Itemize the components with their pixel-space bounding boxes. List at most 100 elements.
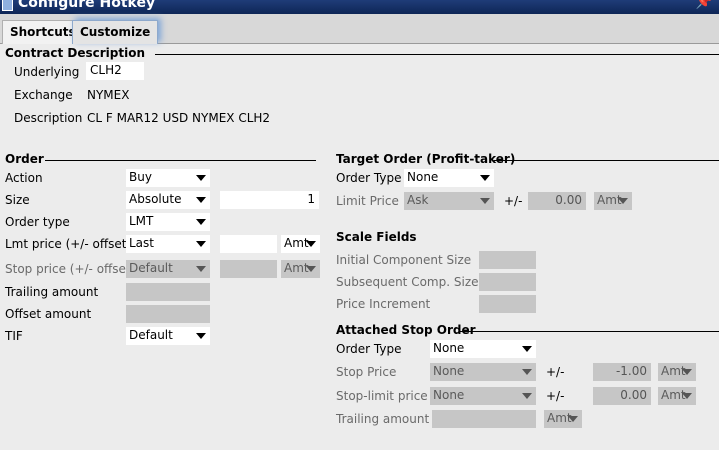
- initial-component-size-input[interactable]: [479, 251, 536, 269]
- offset-amount-input[interactable]: [126, 305, 210, 323]
- size-input[interactable]: 1: [220, 191, 319, 209]
- stop-order-type-select[interactable]: None: [430, 340, 536, 358]
- exchange-value: NYMEX: [87, 88, 130, 102]
- tab-customize[interactable]: Customize: [72, 20, 159, 44]
- app-icon: [2, 0, 13, 11]
- size-mode-value: Absolute: [129, 192, 182, 206]
- stop-limit-source-select[interactable]: None: [430, 387, 536, 405]
- attached-stop-order-header: Attached Stop Order: [336, 323, 476, 337]
- subsequent-comp-size-label: Subsequent Comp. Size: [336, 275, 479, 289]
- stop-order-type-value: None: [433, 341, 465, 355]
- stop-limit-unit-select[interactable]: Amt: [658, 387, 696, 405]
- underlying-label: Underlying: [14, 65, 80, 79]
- lmt-price-source-value: Last: [129, 236, 154, 250]
- plus-minus-label: +/-: [546, 365, 565, 379]
- order-type-label: Order type: [5, 215, 70, 229]
- target-order-header: Target Order (Profit-taker): [336, 152, 516, 166]
- chevron-down-icon: [196, 219, 206, 225]
- chevron-down-icon: [196, 197, 206, 203]
- price-increment-input[interactable]: [479, 295, 536, 313]
- stop-order-type-label: Order Type: [336, 342, 402, 356]
- stop-price-source-select[interactable]: Default: [126, 260, 210, 278]
- order-type-select[interactable]: LMT: [126, 213, 210, 231]
- lmt-price-unit-select[interactable]: Amt: [281, 235, 320, 253]
- stop-price-right-label: Stop Price: [336, 365, 397, 379]
- limit-price-source-select[interactable]: Ask: [404, 192, 494, 210]
- stop-limit-price-label: Stop-limit price: [336, 389, 428, 403]
- chevron-down-icon: [522, 346, 532, 352]
- limit-price-label: Limit Price: [336, 194, 399, 208]
- scale-fields-header: Scale Fields: [336, 230, 417, 244]
- chevron-down-icon: [522, 369, 532, 375]
- lmt-price-offset-input[interactable]: [220, 235, 277, 253]
- chevron-down-icon: [196, 333, 206, 339]
- tif-select[interactable]: Default: [126, 327, 210, 345]
- action-value: Buy: [129, 170, 152, 184]
- stop-price-unit-value: Amt: [284, 261, 309, 275]
- initial-component-size-label: Initial Component Size: [336, 253, 472, 267]
- size-mode-select[interactable]: Absolute: [126, 191, 210, 209]
- stop-price-source-select-2[interactable]: None: [430, 363, 536, 381]
- chevron-down-icon: [682, 393, 692, 399]
- subsequent-comp-size-input[interactable]: [479, 273, 536, 291]
- stop-trailing-amount-label: Trailing amount: [336, 412, 430, 426]
- section-divider: [494, 160, 719, 161]
- chevron-down-icon: [522, 393, 532, 399]
- action-label: Action: [5, 171, 43, 185]
- target-order-type-label: Order Type: [336, 171, 402, 185]
- stop-price-unit-select-2[interactable]: Amt: [658, 363, 696, 381]
- chevron-down-icon: [480, 175, 490, 181]
- chevron-down-icon: [618, 198, 628, 204]
- order-type-value: LMT: [129, 214, 154, 228]
- stop-price-label: Stop price (+/- offset): [5, 262, 136, 276]
- chevron-down-icon: [196, 175, 206, 181]
- chevron-down-icon: [196, 266, 206, 272]
- contract-description-header: Contract Description: [5, 46, 145, 60]
- stop-limit-offset-input[interactable]: 0.00: [593, 387, 651, 405]
- order-header: Order: [5, 152, 44, 166]
- trailing-amount-input[interactable]: [126, 283, 210, 301]
- size-label: Size: [5, 193, 30, 207]
- stop-price-source-value-2: None: [433, 364, 465, 378]
- lmt-price-source-select[interactable]: Last: [126, 235, 210, 253]
- chevron-down-icon: [306, 241, 316, 247]
- pin-icon[interactable]: 📌: [696, 0, 713, 10]
- trailing-amount-label: Trailing amount: [5, 285, 99, 299]
- lmt-price-label: Lmt price (+/- offset): [5, 237, 132, 251]
- section-divider: [45, 160, 316, 161]
- stop-price-offset-input-2[interactable]: -1.00: [593, 363, 651, 381]
- action-select[interactable]: Buy: [126, 169, 210, 187]
- title-bar: Configure Hotkey 📌: [0, 0, 719, 14]
- target-order-type-select[interactable]: None: [404, 169, 494, 187]
- section-divider: [155, 54, 719, 55]
- chevron-down-icon: [480, 198, 490, 204]
- exchange-label: Exchange: [14, 88, 73, 102]
- tif-value: Default: [129, 328, 173, 342]
- limit-price-unit-select[interactable]: Amt: [594, 192, 632, 210]
- stop-limit-source-value: None: [433, 388, 465, 402]
- stop-price-unit-select[interactable]: Amt: [281, 260, 320, 278]
- limit-price-source-value: Ask: [407, 193, 429, 207]
- offset-amount-label: Offset amount: [5, 307, 92, 321]
- plus-minus-label: +/-: [504, 194, 523, 208]
- stop-trailing-unit-select[interactable]: Amt: [544, 410, 582, 428]
- stop-trailing-amount-input[interactable]: [432, 410, 536, 428]
- target-order-type-value: None: [407, 170, 439, 184]
- tif-label: TIF: [5, 329, 23, 343]
- plus-minus-label: +/-: [546, 389, 565, 403]
- chevron-down-icon: [682, 369, 692, 375]
- section-divider: [460, 331, 719, 332]
- underlying-input[interactable]: CLH2: [86, 62, 144, 80]
- description-label: Description: [14, 111, 83, 125]
- lmt-price-unit-value: Amt: [284, 236, 309, 250]
- description-value: CL F MAR12 USD NYMEX CLH2: [87, 111, 271, 125]
- chevron-down-icon: [306, 266, 316, 272]
- chevron-down-icon: [196, 241, 206, 247]
- tab-bar: Shortcuts Customize: [0, 14, 719, 44]
- price-increment-label: Price Increment: [336, 297, 431, 311]
- chevron-down-icon: [568, 416, 578, 422]
- window-title: Configure Hotkey: [18, 0, 156, 11]
- limit-price-offset-input[interactable]: 0.00: [528, 192, 586, 210]
- stop-price-source-value: Default: [129, 261, 173, 275]
- stop-price-offset-input[interactable]: [220, 260, 277, 278]
